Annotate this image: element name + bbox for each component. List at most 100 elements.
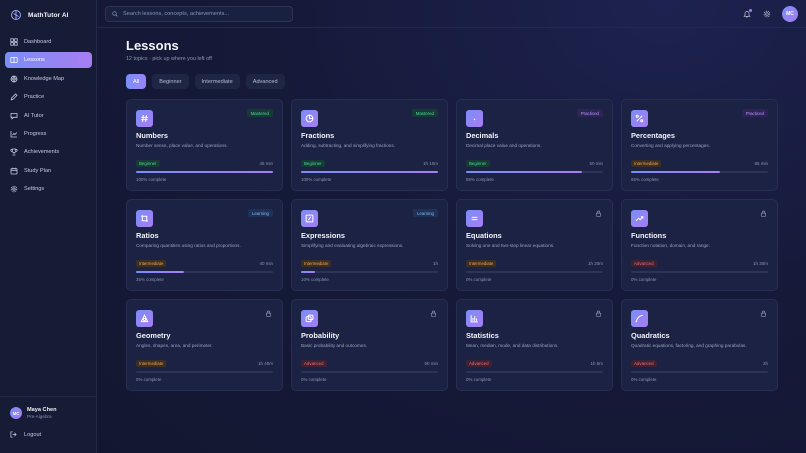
user-profile[interactable]: MC Maya Chen Pre-Algebra [10, 407, 57, 419]
pie-icon [301, 110, 318, 127]
progress-bar [301, 371, 438, 373]
logout-button[interactable]: Logout [10, 431, 41, 438]
sidebar-item-knowledge-map[interactable]: Knowledge Map [5, 71, 92, 87]
avatar[interactable]: MC [782, 6, 798, 22]
level-badge: Beginner [466, 159, 490, 167]
brand[interactable]: MathTutor AI [10, 8, 69, 22]
lesson-description: Decimal place value and operations. [466, 143, 542, 148]
sidebar-item-label: Practice [24, 94, 45, 101]
gear-icon [10, 185, 18, 193]
lock-icon [760, 310, 767, 317]
level-badge: Beginner [136, 159, 160, 167]
notifications-button[interactable] [742, 9, 752, 19]
progress-bar [136, 271, 273, 273]
lock-icon [760, 210, 767, 217]
lesson-duration: 50 min [424, 360, 438, 366]
level-badge: Intermediate [466, 259, 497, 267]
lesson-title: Statistics [466, 331, 499, 340]
progress-label: 0% complete [631, 277, 657, 282]
lesson-title: Decimals [466, 131, 499, 140]
lesson-card-fractions[interactable]: Mastered Fractions Adding, subtracting, … [291, 99, 448, 191]
lesson-description: Converting and applying percentages. [631, 143, 710, 148]
progress-label: 0% complete [631, 377, 657, 382]
lesson-card-expressions[interactable]: Learning Expressions Simplifying and eva… [291, 199, 448, 291]
level-badge: Advanced [466, 359, 492, 367]
pencil-icon [10, 93, 18, 101]
lock-icon [430, 310, 437, 317]
sidebar-item-label: Achievements [24, 149, 60, 156]
sidebar-item-achievements[interactable]: Achievements [5, 144, 92, 160]
lesson-card-geometry[interactable]: Geometry Angles, shapes, area, and perim… [126, 299, 283, 391]
status-badge: Learning [412, 209, 438, 217]
level-badge: Intermediate [631, 159, 662, 167]
filter-intermediate[interactable]: Intermediate [194, 74, 240, 89]
lesson-card-probability[interactable]: Probability Basic probability and outcom… [291, 299, 448, 391]
lesson-description: Adding, subtracting, and simplifying fra… [301, 143, 396, 148]
progress-label: 100% complete [301, 177, 332, 182]
lesson-card-numbers[interactable]: Mastered Numbers Number sense, place val… [126, 99, 283, 191]
search-placeholder: Search lessons, concepts, achievements..… [123, 11, 230, 17]
chart-icon [10, 130, 18, 138]
filter-advanced[interactable]: Advanced [245, 74, 285, 89]
search-input[interactable]: Search lessons, concepts, achievements..… [105, 6, 293, 22]
notification-dot [749, 9, 752, 12]
settings-button[interactable] [762, 9, 772, 19]
logout-icon [10, 431, 17, 438]
progress-label: 0% complete [466, 277, 492, 282]
level-badge: Advanced [631, 359, 657, 367]
dot-icon [466, 110, 483, 127]
lesson-duration: 55 min [754, 160, 768, 166]
sidebar-item-practice[interactable]: Practice [5, 89, 92, 105]
progress-fill [301, 171, 438, 173]
sidebar-item-study-plan[interactable]: Study Plan [5, 163, 92, 179]
lesson-duration: 1h 30m [752, 260, 768, 266]
sidebar-item-progress[interactable]: Progress [5, 126, 92, 142]
status-badge: Mastered [246, 109, 273, 117]
dashboard-icon [10, 38, 18, 46]
progress-fill [631, 171, 721, 173]
progress-bar [631, 371, 768, 373]
lesson-card-functions[interactable]: Functions Function notation, domain, and… [621, 199, 778, 291]
lesson-card-equations[interactable]: Equations Solving one and two-step linea… [456, 199, 613, 291]
search-icon [112, 11, 118, 17]
lesson-title: Ratios [136, 231, 159, 240]
progress-bar [301, 171, 438, 173]
progress-fill [466, 171, 583, 173]
sidebar-item-label: Progress [24, 130, 47, 137]
progress-label: 0% complete [136, 377, 162, 382]
sidebar-item-settings[interactable]: Settings [5, 181, 92, 197]
sidebar-item-dashboard[interactable]: Dashboard [5, 34, 92, 50]
progress-bar [466, 371, 603, 373]
lesson-card-statistics[interactable]: Statistics Mean, median, mode, and data … [456, 299, 613, 391]
lesson-title: Numbers [136, 131, 169, 140]
lesson-card-percentages[interactable]: Practiced Percentages Converting and app… [621, 99, 778, 191]
sidebar-item-lessons[interactable]: Lessons [5, 52, 92, 69]
trend-icon [631, 210, 648, 227]
level-badge: Beginner [301, 159, 325, 167]
level-badge: Intermediate [136, 259, 167, 267]
sidebar-item-label: AI Tutor [24, 112, 44, 119]
lesson-title: Functions [631, 231, 667, 240]
lesson-card-decimals[interactable]: Practiced Decimals Decimal place value a… [456, 99, 613, 191]
lesson-card-quadratics[interactable]: Quadratics Quadratic equations, factorin… [621, 299, 778, 391]
bar-chart-icon [466, 310, 483, 327]
sidebar-item-label: Study Plan [24, 167, 52, 174]
progress-bar [136, 371, 273, 373]
sidebar-nav: Dashboard Lessons Knowledge Map Practice AI … [5, 34, 92, 200]
lesson-card-ratios[interactable]: Learning Ratios Comparing quantities usi… [126, 199, 283, 291]
progress-bar [631, 171, 768, 173]
expression-icon [301, 210, 318, 227]
lesson-title: Equations [466, 231, 502, 240]
filter-all[interactable]: All [126, 74, 147, 89]
sidebar-item-label: Knowledge Map [24, 75, 65, 82]
main-content: Search lessons, concepts, achievements..… [97, 0, 806, 453]
sidebar-item-label: Dashboard [24, 39, 52, 45]
lock-icon [595, 210, 602, 217]
sidebar-item-ai-tutor[interactable]: AI Tutor [5, 108, 92, 124]
lesson-description: Comparing quantities using ratios and pr… [136, 243, 241, 248]
progress-fill [136, 171, 273, 173]
progress-fill [301, 271, 315, 273]
status-badge: Practiced [741, 109, 768, 117]
filter-beginner[interactable]: Beginner [152, 74, 189, 89]
curve-icon [631, 310, 648, 327]
